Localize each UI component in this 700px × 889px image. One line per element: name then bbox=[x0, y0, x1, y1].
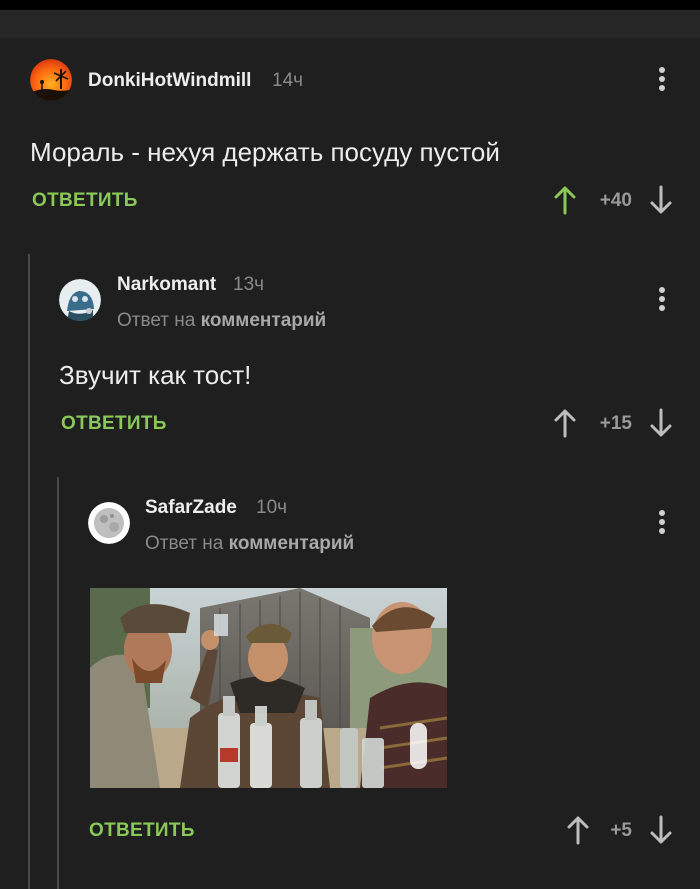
reply-button[interactable]: ОТВЕТИТЬ bbox=[61, 413, 167, 435]
arrow-up-icon[interactable] bbox=[553, 185, 577, 215]
reply-to-prefix: Ответ на bbox=[117, 310, 196, 331]
comment-time: 14ч bbox=[272, 70, 304, 91]
arrow-down-icon[interactable] bbox=[649, 815, 673, 845]
comment-text: Мораль - нехуя держать посуду пустой bbox=[30, 137, 500, 167]
reply-to-link[interactable]: комментарий bbox=[201, 310, 327, 331]
reply-button[interactable]: ОТВЕТИТЬ bbox=[32, 190, 138, 212]
comment-time: 10ч bbox=[256, 497, 288, 518]
comment-author[interactable]: DonkiHotWindmill bbox=[88, 70, 251, 92]
reply-to: Ответ на комментарий bbox=[145, 533, 354, 555]
avatar[interactable] bbox=[59, 279, 101, 321]
vote-score: +40 bbox=[599, 190, 632, 211]
thread-line[interactable] bbox=[57, 477, 59, 889]
comment-author[interactable]: SafarZade bbox=[145, 497, 237, 519]
avatar[interactable] bbox=[30, 59, 72, 101]
arrow-down-icon[interactable] bbox=[649, 408, 673, 438]
comment-time: 13ч bbox=[233, 274, 265, 295]
status-bar bbox=[0, 0, 700, 10]
comment-image[interactable] bbox=[90, 588, 447, 788]
arrow-down-icon[interactable] bbox=[649, 185, 673, 215]
comment-author[interactable]: Narkomant bbox=[117, 274, 216, 296]
vote-score: +15 bbox=[599, 413, 632, 434]
more-vertical-icon[interactable] bbox=[657, 510, 667, 536]
reply-to-link[interactable]: комментарий bbox=[229, 533, 355, 554]
arrow-up-icon[interactable] bbox=[553, 408, 577, 438]
top-strip bbox=[0, 10, 700, 38]
reply-button[interactable]: ОТВЕТИТЬ bbox=[89, 820, 195, 842]
reply-to-prefix: Ответ на bbox=[145, 533, 224, 554]
more-vertical-icon[interactable] bbox=[657, 67, 667, 93]
avatar[interactable] bbox=[88, 502, 130, 544]
vote-score: +5 bbox=[610, 820, 632, 841]
thread-line[interactable] bbox=[28, 254, 30, 889]
comment-text: Звучит как тост! bbox=[59, 360, 252, 390]
reply-to: Ответ на комментарий bbox=[117, 310, 326, 332]
more-vertical-icon[interactable] bbox=[657, 287, 667, 313]
